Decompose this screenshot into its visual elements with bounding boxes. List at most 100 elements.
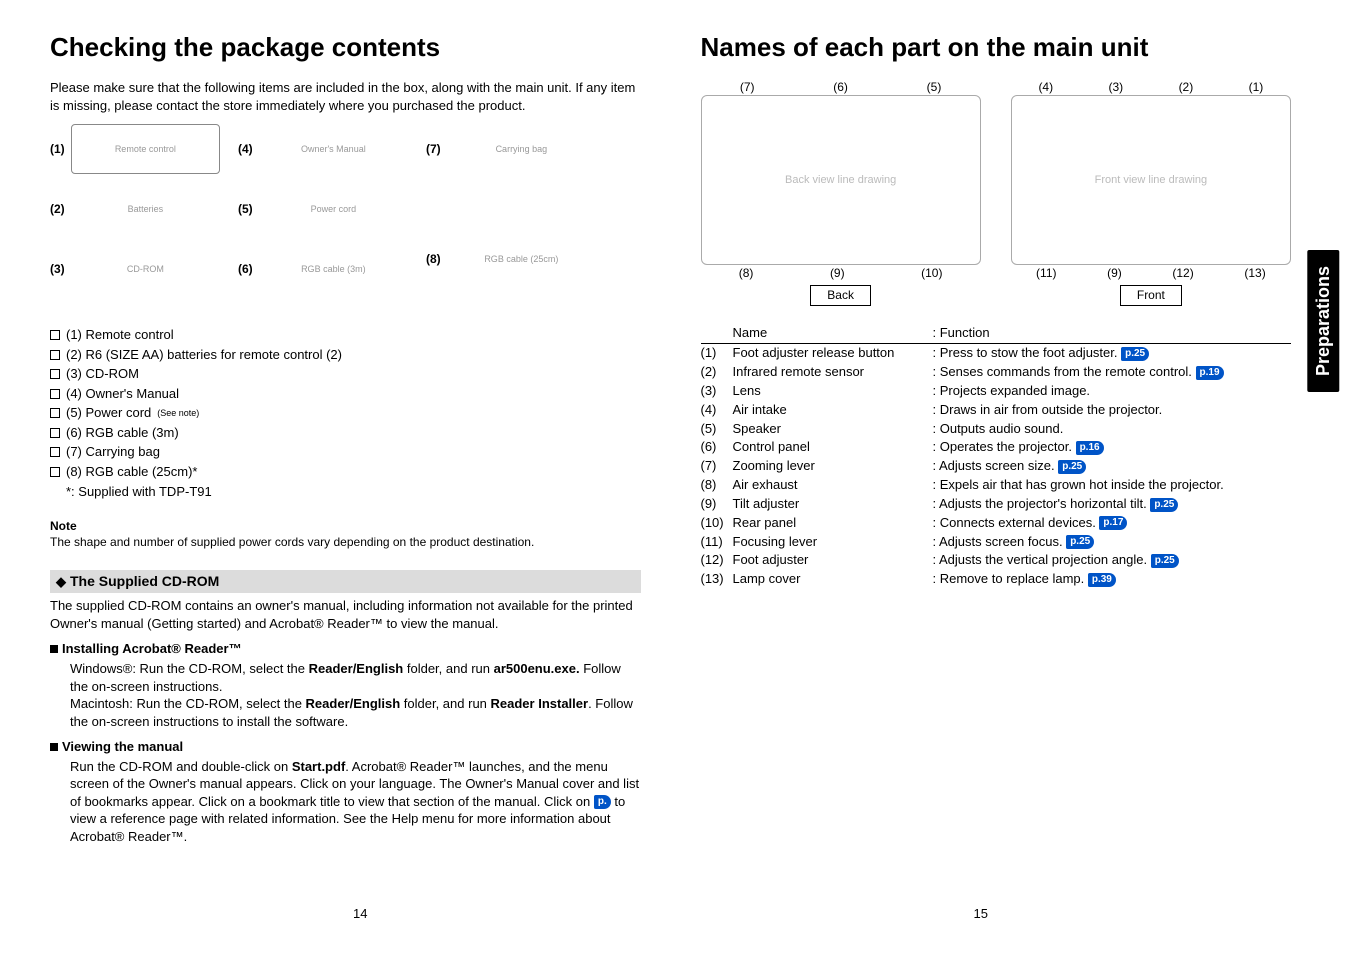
checklist-row: (5) Power cord (See note) — [50, 404, 641, 422]
part-number: (8) — [701, 476, 733, 495]
back-view-illustration: Back view line drawing — [701, 95, 981, 265]
checkbox-icon — [50, 389, 60, 399]
square-bullet-icon — [50, 743, 58, 751]
callout-number: (13) — [1244, 265, 1265, 281]
part-number: (5) — [701, 420, 733, 439]
checklist-text: *: Supplied with TDP-T91 — [66, 483, 212, 501]
checkbox-icon — [50, 408, 60, 418]
part-function: : Adjusts screen size. p.25 — [933, 457, 1292, 476]
view-body: Run the CD-ROM and double-click on Start… — [70, 758, 641, 846]
install-heading: Installing Acrobat® Reader™ — [50, 640, 641, 658]
note-text: The shape and number of supplied power c… — [50, 534, 641, 550]
part-name: Foot adjuster release button — [733, 344, 933, 363]
part-function: : Connects external devices. p.17 — [933, 514, 1292, 533]
parts-row: (11)Focusing lever: Adjusts screen focus… — [701, 533, 1292, 552]
checklist-text: (8) RGB cable (25cm)* — [66, 463, 197, 481]
intro-text: Please make sure that the following item… — [50, 79, 641, 114]
item-illustration: Carrying bag — [447, 124, 596, 174]
checkbox-icon — [50, 428, 60, 438]
part-number: (11) — [701, 533, 733, 552]
page-ref-badge[interactable]: p.25 — [1121, 347, 1149, 361]
callout-number: (8) — [739, 265, 754, 281]
checklist-text: (4) Owner's Manual — [66, 385, 179, 403]
parts-row: (13)Lamp cover: Remove to replace lamp. … — [701, 570, 1292, 589]
note-heading: Note — [50, 518, 641, 534]
part-number: (3) — [701, 382, 733, 401]
part-function: : Remove to replace lamp. p.39 — [933, 570, 1292, 589]
part-name: Air intake — [733, 401, 933, 420]
col-function: : Function — [933, 324, 990, 342]
item-label: (5) — [238, 201, 253, 217]
page-title-left: Checking the package contents — [50, 30, 641, 65]
part-name: Lens — [733, 382, 933, 401]
square-bullet-icon — [50, 645, 58, 653]
subsection-header: ◆ The Supplied CD-ROM — [50, 570, 641, 593]
part-number: (9) — [701, 495, 733, 514]
spacer — [50, 486, 60, 496]
parts-table-header: Name : Function — [701, 324, 1292, 345]
checklist-text: (7) Carrying bag — [66, 443, 160, 461]
parts-row: (3)Lens: Projects expanded image. — [701, 382, 1292, 401]
item-label: (8) — [426, 251, 441, 267]
parts-row: (10)Rear panel: Connects external device… — [701, 514, 1292, 533]
page-ref-badge[interactable]: p.16 — [1076, 441, 1104, 455]
item-illustration: Owner's Manual — [259, 124, 408, 174]
parts-row: (7)Zooming lever: Adjusts screen size. p… — [701, 457, 1292, 476]
item-label: (2) — [50, 201, 65, 217]
side-tab: Preparations — [1307, 250, 1339, 392]
part-name: Rear panel — [733, 514, 933, 533]
item-illustration: RGB cable (3m) — [259, 244, 408, 294]
callout-number: (11) — [1036, 265, 1056, 281]
part-function: : Draws in air from outside the projecto… — [933, 401, 1292, 420]
page-ref-badge[interactable]: p.17 — [1099, 516, 1127, 530]
parts-row: (4)Air intake: Draws in air from outside… — [701, 401, 1292, 420]
checklist-row: (6) RGB cable (3m) — [50, 424, 641, 442]
parts-row: (2)Infrared remote sensor: Senses comman… — [701, 363, 1292, 382]
parts-row: (8)Air exhaust: Expels air that has grow… — [701, 476, 1292, 495]
checkbox-icon — [50, 350, 60, 360]
part-name: Speaker — [733, 420, 933, 439]
checklist-row: (1) Remote control — [50, 326, 641, 344]
diagram-area: (7)(6)(5) Back view line drawing (8)(9)(… — [701, 79, 1292, 306]
diamond-icon: ◆ — [56, 573, 66, 591]
page-ref-badge[interactable]: p.25 — [1150, 498, 1178, 512]
checkbox-icon — [50, 467, 60, 477]
page-title-right: Names of each part on the main unit — [701, 30, 1292, 65]
checklist-text: (5) Power cord — [66, 404, 151, 422]
item-illustration: Batteries — [71, 184, 220, 234]
callout-number: (9) — [830, 265, 845, 281]
item-label: (6) — [238, 261, 253, 277]
right-page: Names of each part on the main unit (7)(… — [701, 30, 1292, 845]
part-number: (13) — [701, 570, 733, 589]
parts-row: (5)Speaker: Outputs audio sound. — [701, 420, 1292, 439]
checklist-row: (7) Carrying bag — [50, 443, 641, 461]
part-function: : Adjusts screen focus. p.25 — [933, 533, 1292, 552]
view-heading: Viewing the manual — [50, 738, 641, 756]
item-label: (7) — [426, 141, 441, 157]
part-name: Foot adjuster — [733, 551, 933, 570]
page-numbers: 14 15 — [50, 905, 1291, 923]
callout-number: (6) — [833, 79, 848, 95]
page-ref-badge[interactable]: p. — [594, 795, 611, 809]
page-ref-badge[interactable]: p.25 — [1066, 535, 1094, 549]
col-name: Name — [733, 324, 933, 342]
part-name: Lamp cover — [733, 570, 933, 589]
page-ref-badge[interactable]: p.25 — [1151, 554, 1179, 568]
page-ref-badge[interactable]: p.39 — [1088, 573, 1116, 587]
parts-row: (12)Foot adjuster: Adjusts the vertical … — [701, 551, 1292, 570]
checkbox-icon — [50, 330, 60, 340]
part-function: : Expels air that has grown hot inside t… — [933, 476, 1292, 495]
parts-row: (6)Control panel: Operates the projector… — [701, 438, 1292, 457]
item-label: (1) — [50, 141, 65, 157]
page-ref-badge[interactable]: p.25 — [1058, 460, 1086, 474]
callout-number: (1) — [1249, 79, 1264, 95]
part-number: (7) — [701, 457, 733, 476]
callout-number: (5) — [927, 79, 942, 95]
checklist-text: (3) CD-ROM — [66, 365, 139, 383]
part-name: Focusing lever — [733, 533, 933, 552]
subsection-title: The Supplied CD-ROM — [70, 572, 219, 591]
page-ref-badge[interactable]: p.19 — [1196, 366, 1224, 380]
part-number: (12) — [701, 551, 733, 570]
checklist-row: (8) RGB cable (25cm)* — [50, 463, 641, 481]
part-function: : Adjusts the projector's horizontal til… — [933, 495, 1292, 514]
